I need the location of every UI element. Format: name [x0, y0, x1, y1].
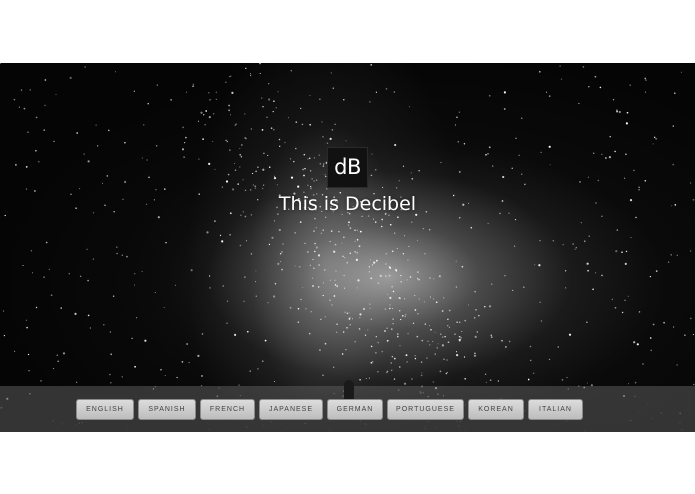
page-title: This is Decibel	[278, 193, 417, 215]
language-button-italian[interactable]: ITALIAN	[528, 399, 583, 420]
language-button-korean[interactable]: KOREAN	[468, 399, 524, 420]
language-button-german[interactable]: GERMAN	[327, 399, 383, 420]
language-selector: ENGLISH SPANISH FRENCH JAPANESE GERMAN P…	[0, 399, 695, 420]
language-button-portuguese[interactable]: PORTUGUESE	[387, 399, 464, 420]
language-button-french[interactable]: FRENCH	[200, 399, 255, 420]
hero-background	[0, 63, 695, 432]
starfield-image	[0, 63, 695, 432]
language-button-japanese[interactable]: JAPANESE	[259, 399, 323, 420]
language-button-english[interactable]: ENGLISH	[76, 399, 134, 420]
decibel-logo: dB	[327, 147, 368, 188]
logo-text: dB	[334, 155, 361, 179]
language-button-spanish[interactable]: SPANISH	[138, 399, 196, 420]
